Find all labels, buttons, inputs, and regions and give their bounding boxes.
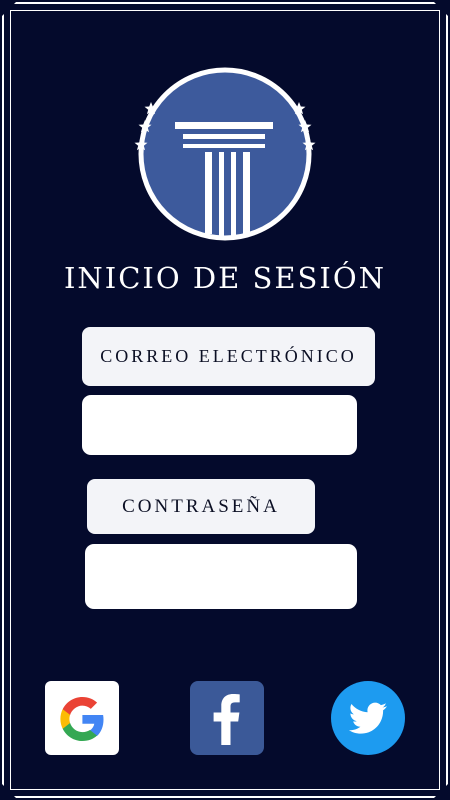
login-screen: INICIO DE SESIÓN CORREO ELECTRÓNICO CONT…: [0, 0, 450, 800]
facebook-icon: [213, 694, 240, 745]
twitter-icon: [348, 702, 387, 734]
facebook-login-button[interactable]: [190, 681, 264, 755]
google-icon: [60, 697, 104, 741]
pillar-emblem-icon: [133, 62, 317, 246]
password-label: CONTRASEÑA: [87, 479, 315, 534]
email-field[interactable]: [82, 395, 357, 455]
twitter-login-button[interactable]: [331, 681, 405, 755]
password-field[interactable]: [85, 544, 357, 609]
email-label: CORREO ELECTRÓNICO: [82, 327, 375, 386]
page-title: INICIO DE SESIÓN: [63, 261, 387, 295]
google-login-button[interactable]: [45, 681, 119, 755]
